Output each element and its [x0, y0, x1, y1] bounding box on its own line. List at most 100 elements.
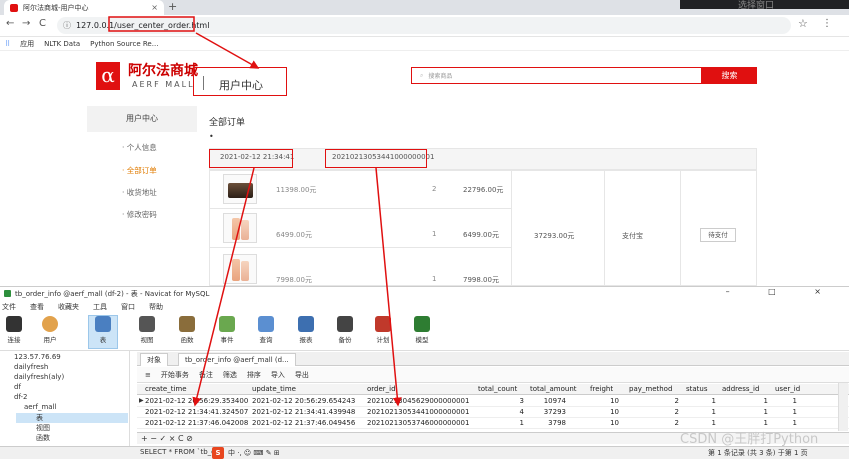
- sort-button[interactable]: 排序: [247, 370, 261, 380]
- tool-connect[interactable]: 连接: [0, 316, 28, 344]
- table-cell[interactable]: 1: [494, 419, 524, 427]
- site-logo[interactable]: α: [96, 62, 120, 90]
- col-order-id[interactable]: order_id: [367, 385, 396, 393]
- filter-button[interactable]: 筛选: [223, 370, 237, 380]
- sidebar-item-password[interactable]: · 修改密码: [122, 209, 157, 220]
- product-thumbnail[interactable]: [223, 254, 257, 284]
- table-cell[interactable]: 2021-02-12 21:34:41.439948: [252, 408, 355, 416]
- table-cell[interactable]: 3798: [536, 419, 566, 427]
- table-cell[interactable]: 3: [494, 397, 524, 405]
- product-thumbnail[interactable]: [223, 174, 257, 204]
- table-cell[interactable]: 1: [767, 408, 797, 416]
- table-cell[interactable]: 2: [649, 419, 679, 427]
- sidebar-item-profile[interactable]: · 个人信息: [122, 142, 157, 153]
- table-cell[interactable]: 1: [767, 397, 797, 405]
- search-button[interactable]: 搜索: [702, 67, 757, 84]
- table-cell[interactable]: 1: [767, 419, 797, 427]
- tool-model[interactable]: 模型: [408, 316, 436, 344]
- col-status[interactable]: status: [686, 385, 708, 393]
- tab-objects[interactable]: 对象: [140, 353, 168, 366]
- tree-item[interactable]: 123.57.76.69: [14, 353, 61, 361]
- url-field[interactable]: ⓘ 127.0.0.1/user_center_order.html: [57, 17, 791, 34]
- tool-table[interactable]: 表: [89, 316, 117, 344]
- table-cell[interactable]: 20210213053441000000001: [367, 408, 469, 416]
- browser-menu-icon[interactable]: ⋮: [822, 18, 832, 29]
- table-cell[interactable]: 2021-02-12 21:37:46.049456: [252, 419, 355, 427]
- table-cell[interactable]: 20210213053746000000001: [367, 419, 469, 427]
- tool-view[interactable]: 视图: [133, 316, 161, 344]
- table-cell[interactable]: 1: [738, 419, 768, 427]
- col-total-amount[interactable]: total_amount: [530, 385, 577, 393]
- reload-button[interactable]: C: [39, 18, 46, 29]
- tool-user[interactable]: 用户: [36, 316, 64, 344]
- table-cell[interactable]: 2021-02-12 21:37:46.042008: [145, 419, 248, 427]
- tool-report[interactable]: 报表: [292, 316, 320, 344]
- tree-item[interactable]: aerf_mall: [24, 403, 56, 411]
- table-cell[interactable]: 10: [589, 408, 619, 416]
- ime-lang[interactable]: 中 ·, ☺ ⌨ ✎ ⊞: [228, 448, 280, 458]
- search-input[interactable]: ⌕ 搜索商品: [411, 67, 702, 84]
- menu-help[interactable]: 帮助: [149, 302, 163, 312]
- tool-backup[interactable]: 备份: [331, 316, 359, 344]
- table-cell[interactable]: 20210213045629000000001: [367, 397, 469, 405]
- table-cell[interactable]: 1: [738, 408, 768, 416]
- product-thumbnail[interactable]: [223, 213, 257, 243]
- export-button[interactable]: 导出: [295, 370, 309, 380]
- tree-item[interactable]: 视图: [36, 423, 50, 433]
- table-cell[interactable]: 1: [686, 408, 716, 416]
- table-cell[interactable]: 1: [738, 397, 768, 405]
- table-cell[interactable]: 2: [649, 408, 679, 416]
- tree-item[interactable]: dailyfresh: [14, 363, 48, 371]
- col-pay-method[interactable]: pay_method: [629, 385, 672, 393]
- tool-function[interactable]: 函数: [173, 316, 201, 344]
- tab-order-info[interactable]: tb_order_info @aerf_mall (d...: [178, 353, 296, 366]
- table-cell[interactable]: 1: [686, 397, 716, 405]
- bookmark-nltk[interactable]: NLTK Data: [44, 40, 80, 48]
- begin-transaction-button[interactable]: 开始事务: [161, 370, 189, 380]
- back-button[interactable]: ←: [6, 18, 14, 29]
- col-create-time[interactable]: create_time: [145, 385, 187, 393]
- table-cell[interactable]: 2: [649, 397, 679, 405]
- col-update-time[interactable]: update_time: [252, 385, 296, 393]
- pay-button[interactable]: 待支付: [700, 228, 736, 242]
- tool-schedule[interactable]: 计划: [369, 316, 397, 344]
- sidebar-item-orders[interactable]: · 全部订单: [122, 165, 157, 176]
- tree-item[interactable]: dailyfresh(aly): [14, 373, 64, 381]
- import-button[interactable]: 导入: [271, 370, 285, 380]
- table-cell[interactable]: 4: [494, 408, 524, 416]
- table-cell[interactable]: 37293: [536, 408, 566, 416]
- col-address-id[interactable]: address_id: [722, 385, 759, 393]
- new-tab-button[interactable]: +: [168, 0, 182, 14]
- table-cell[interactable]: 10: [589, 419, 619, 427]
- forward-button[interactable]: →: [22, 18, 30, 29]
- tool-event[interactable]: 事件: [213, 316, 241, 344]
- menu-favorites[interactable]: 收藏夹: [58, 302, 79, 312]
- vertical-scrollbar[interactable]: [838, 383, 848, 431]
- note-button[interactable]: 备注: [199, 370, 213, 380]
- table-cell[interactable]: 2021-02-12 21:34:41.324507: [145, 408, 248, 416]
- tool-query[interactable]: 查询: [252, 316, 280, 344]
- table-cell[interactable]: 2021-02-12 20:56:29.353400: [145, 397, 248, 405]
- bookmark-star-icon[interactable]: ☆: [798, 17, 808, 30]
- col-total-count[interactable]: total_count: [478, 385, 517, 393]
- apps-grid-icon[interactable]: ⠿: [5, 40, 10, 48]
- col-freight[interactable]: freight: [590, 385, 613, 393]
- bookmark-python-source[interactable]: Python Source Re...: [90, 40, 158, 48]
- col-user-id[interactable]: user_id: [775, 385, 800, 393]
- bookmark-apps[interactable]: 应用: [20, 39, 34, 49]
- menu-icon[interactable]: ≡: [145, 371, 151, 379]
- table-cell[interactable]: 10974: [536, 397, 566, 405]
- menu-view[interactable]: 查看: [30, 302, 44, 312]
- tree-item[interactable]: df-2: [14, 393, 28, 401]
- tree-item-tables[interactable]: 表: [36, 413, 43, 423]
- tree-item[interactable]: df: [14, 383, 21, 391]
- menu-file[interactable]: 文件: [2, 302, 16, 312]
- browser-tab[interactable]: 阿尔法商城-用户中心 ×: [4, 0, 164, 15]
- close-tab-icon[interactable]: ×: [151, 3, 158, 12]
- tree-item[interactable]: 函数: [36, 433, 50, 443]
- table-cell[interactable]: 10: [589, 397, 619, 405]
- table-cell[interactable]: 2021-02-12 20:56:29.654243: [252, 397, 355, 405]
- grid-nav-controls[interactable]: + − ✓ × C ⊘: [141, 434, 193, 443]
- sidebar-item-address[interactable]: · 收货地址: [122, 187, 157, 198]
- info-icon[interactable]: ⓘ: [63, 20, 71, 31]
